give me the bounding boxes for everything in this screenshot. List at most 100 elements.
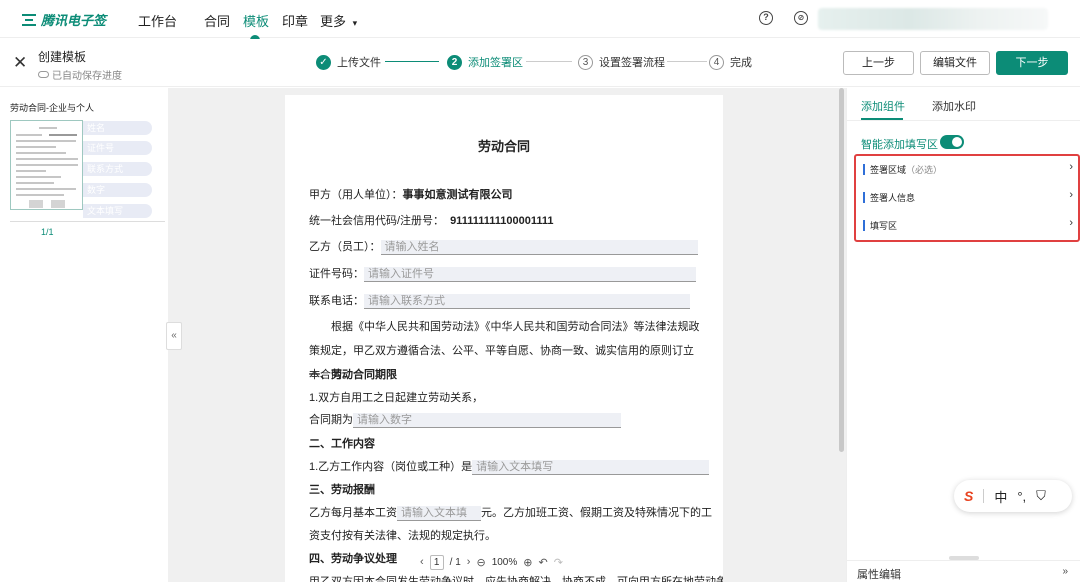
section-2-line-1: 1.乙方工作内容（岗位或工种）是 请输入文本填写 <box>309 458 710 475</box>
step-number: 3 <box>578 54 593 70</box>
document-scrollbar[interactable] <box>839 88 844 452</box>
nav-contract[interactable]: 合同 <box>204 11 230 30</box>
skin-icon[interactable]: ⛉ <box>1036 488 1046 504</box>
section-1-line-2: 合同期为 请输入数字 <box>309 411 621 428</box>
thumb-field-text: 文本填写 <box>83 204 152 218</box>
base-salary-field[interactable]: 请输入文本填 <box>397 505 481 521</box>
party-b-label: 乙方（员工）： <box>309 241 381 253</box>
brand-name: 腾讯电子签 <box>41 13 107 28</box>
salary-prefix: 乙方每月基本工资 <box>309 507 397 519</box>
ime-language-toggle[interactable]: 中 <box>994 487 1007 506</box>
section-2-title: 二、工作内容 <box>309 438 375 450</box>
step-number: 2 <box>447 54 462 70</box>
category-required-note: （必选） <box>906 164 943 175</box>
zoom-level: 100% <box>491 556 518 568</box>
smart-fill-label: 智能添加填写区 <box>861 139 938 151</box>
category-marker <box>863 191 865 203</box>
compass-icon[interactable]: ⊘ <box>794 11 808 25</box>
category-sign-area-label: 签署区域 <box>870 164 907 175</box>
nav-template[interactable]: 模板 <box>243 11 269 30</box>
contract-term-label: 合同期为 <box>309 414 353 426</box>
credit-code-value: 911111111100001111 <box>450 215 554 227</box>
thumbnail-panel: 劳动合同-企业与个人 姓名 证件号 联系方式 数字 文本填写 1/1 <box>0 88 168 582</box>
chevron-right-icon: › <box>1069 189 1073 201</box>
autosave-status: 已自动保存进度 <box>38 67 122 82</box>
section-4-line-1: 甲乙双方因本合同发生劳动争议时，应先协商解决，协商不成，可向甲方所在地劳动争 <box>309 576 723 582</box>
user-account-area[interactable] <box>818 8 1048 30</box>
party-a-value: 事事如意测试有限公司 <box>402 189 513 201</box>
job-content-label: 1.乙方工作内容（岗位或工种）是 <box>309 461 473 473</box>
thumbnail-page-indicator: 1/1 <box>41 227 54 237</box>
next-page-icon[interactable]: › <box>467 556 471 568</box>
id-number-field[interactable]: 请输入证件号 <box>364 266 696 282</box>
panel-resize-handle[interactable] <box>949 556 979 560</box>
section-3-line-1: 乙方每月基本工资 请输入文本填 元。乙方加班工资、假期工资及特殊情况下的工 <box>309 504 712 521</box>
template-header: ✕ 创建模板 已自动保存进度 ✓ 上传文件 2 添加签署区 3 设置签署流程 4… <box>0 39 1080 87</box>
step-sign-flow-label: 设置签署流程 <box>599 57 665 69</box>
step-sign-flow: 3 设置签署流程 <box>578 54 665 70</box>
tab-add-component[interactable]: 添加组件 <box>861 98 905 114</box>
step-add-sign-area: 2 添加签署区 <box>447 54 523 70</box>
job-content-field[interactable]: 请输入文本填写 <box>472 459 710 475</box>
punctuation-icon[interactable]: °, <box>1017 489 1026 504</box>
divider <box>983 489 985 503</box>
page-thumbnail[interactable] <box>10 120 83 210</box>
brand-logo[interactable]: 腾讯电子签 <box>22 10 106 29</box>
prev-step-button[interactable]: 上一步 <box>843 51 914 75</box>
credit-code-label: 统一社会信用代码/注册号： <box>309 215 445 227</box>
step-connector <box>526 61 572 62</box>
next-step-button[interactable]: 下一步 <box>996 51 1068 75</box>
nav-more[interactable]: 更多 ▾ <box>320 11 357 30</box>
tab-add-watermark[interactable]: 添加水印 <box>932 98 976 114</box>
section-3-title: 三、劳动报酬 <box>309 484 375 496</box>
party-a-line: 甲方（用人单位）：事事如意测试有限公司 <box>309 186 513 202</box>
zoom-in-icon[interactable]: ⊕ <box>523 556 532 569</box>
undo-icon[interactable]: ↶ <box>538 556 547 569</box>
help-icon[interactable]: ? <box>759 11 773 25</box>
collapse-panel-button[interactable]: « <box>166 322 182 350</box>
divider <box>10 221 165 222</box>
section-1-line-1: 1.双方自用工之日起建立劳动关系， <box>309 392 484 404</box>
nav-workbench[interactable]: 工作台 <box>138 11 177 30</box>
thumb-field-id: 证件号 <box>83 141 152 155</box>
toggle-knob <box>952 137 962 147</box>
smart-fill-toggle[interactable] <box>940 135 964 149</box>
step-connector <box>667 61 707 62</box>
thumb-field-name: 姓名 <box>83 121 152 135</box>
close-icon[interactable]: ✕ <box>13 53 27 73</box>
phone-field[interactable]: 请输入联系方式 <box>364 293 690 309</box>
category-fill-area[interactable]: 填写区 › <box>863 217 1075 233</box>
section-4-title: 四、劳动争议处理 <box>309 553 397 565</box>
nav-more-label: 更多 <box>320 14 347 29</box>
step-complete-label: 完成 <box>730 57 752 69</box>
cloud-icon <box>38 71 49 78</box>
step-upload-label: 上传文件 <box>337 57 381 69</box>
sogou-icon[interactable]: S <box>964 488 973 504</box>
category-signer-info-label: 签署人信息 <box>870 192 916 203</box>
prev-page-icon[interactable]: ‹ <box>420 556 424 568</box>
property-editor-label: 属性编辑 <box>857 569 901 581</box>
autosave-text: 已自动保存进度 <box>52 71 122 82</box>
chevron-right-icon: › <box>1069 217 1073 229</box>
party-b-line: 乙方（员工）： 请输入姓名 <box>309 238 698 255</box>
party-b-name-field[interactable]: 请输入姓名 <box>380 239 698 255</box>
contract-term-field[interactable]: 请输入数字 <box>353 412 621 428</box>
id-number-label: 证件号码： <box>309 268 364 280</box>
redo-icon[interactable]: ↷ <box>554 556 563 569</box>
category-signer-info[interactable]: 签署人信息 › <box>863 189 1075 205</box>
nav-seal[interactable]: 印章 <box>282 11 308 30</box>
category-sign-area[interactable]: 签署区域 （必选） › <box>863 161 1075 177</box>
zoom-out-icon[interactable]: ⊖ <box>476 556 485 569</box>
step-upload: ✓ 上传文件 <box>316 54 381 70</box>
category-fill-area-label: 填写区 <box>870 220 898 231</box>
page-number-input[interactable]: 1 <box>429 554 444 570</box>
thumb-field-number: 数字 <box>83 183 152 197</box>
check-icon: ✓ <box>316 54 331 70</box>
category-marker <box>863 219 865 231</box>
chevron-down-icon: ▾ <box>352 18 358 28</box>
expand-icon[interactable]: » <box>1062 566 1068 577</box>
edit-file-button[interactable]: 编辑文件 <box>920 51 990 75</box>
party-a-label: 甲方（用人单位）： <box>309 189 403 201</box>
step-complete: 4 完成 <box>709 54 752 70</box>
step-add-sign-area-label: 添加签署区 <box>468 57 523 69</box>
